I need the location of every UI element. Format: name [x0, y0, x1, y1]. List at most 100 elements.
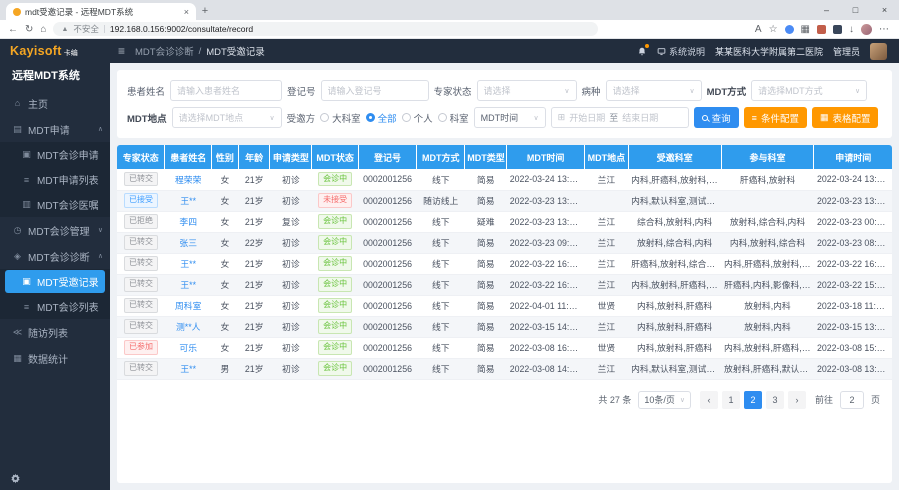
security-warning-text: 不安全	[73, 23, 99, 35]
sidebar-item-mdt-consult-orders[interactable]: ▥ MDT会诊医嘱	[0, 192, 110, 217]
date-end-placeholder: 结束日期	[622, 111, 658, 124]
mdt-time-select[interactable]: MDT时间 ∨	[474, 107, 546, 128]
page-button-2[interactable]: 2	[744, 391, 762, 409]
goto-page-input[interactable]	[840, 391, 864, 409]
patient-name-link[interactable]: 测**人	[176, 322, 200, 332]
column-header-apply_type: 申请类型	[270, 145, 312, 169]
mdt-status-badge: 会诊中	[318, 277, 352, 291]
cell-reg_no: 0002001256	[358, 274, 416, 295]
patient-name-link[interactable]: 周科室	[175, 301, 201, 311]
browser-tab[interactable]: mdt受邀记录 - 远程MDT系统 ×	[6, 3, 196, 20]
new-tab-button[interactable]: +	[196, 3, 214, 20]
breadcrumb-separator: /	[199, 46, 202, 57]
cell-reg_no: 0002001256	[358, 211, 416, 232]
browser-profile-avatar[interactable]	[861, 24, 872, 35]
cell-gender: 女	[211, 295, 238, 316]
address-bar[interactable]: ▲ 不安全 192.168.0.156:9002/consultate/reco…	[53, 22, 598, 36]
patient-name-input[interactable]	[170, 80, 282, 101]
mdt-status-badge: 会诊中	[318, 172, 352, 186]
window-close-button[interactable]: ×	[870, 0, 899, 20]
page-button-1[interactable]: 1	[722, 391, 740, 409]
sidebar-item-mdt-manage[interactable]: ◷ MDT会诊管理 ∨	[0, 217, 110, 243]
settings-gear-icon[interactable]	[10, 473, 21, 484]
extension-icon-2[interactable]: ▦	[801, 20, 810, 39]
next-page-button[interactable]: ›	[788, 391, 806, 409]
sidebar-item-mdt-consult-apply[interactable]: ▣ MDT会诊申请	[0, 142, 110, 167]
table-config-button[interactable]: ▦ 表格配置	[812, 107, 879, 128]
cell-expert_status: 已转交	[117, 358, 165, 379]
radio-icon	[320, 113, 329, 122]
sidebar-item-mdt-consult-list[interactable]: ≡ MDT会诊列表	[0, 294, 110, 319]
condition-config-icon: ≡	[752, 113, 757, 123]
toolbar-right-icons: A ☆ ▦ ↓ ⋯	[755, 20, 891, 39]
patient-name-link[interactable]: 王**	[180, 196, 196, 206]
sidebar-group-mdt-diagnosis[interactable]: ◈ MDT会诊诊断 ∧	[0, 243, 110, 269]
cell-apply_type: 初诊	[270, 358, 312, 379]
disease-label: 病种	[582, 84, 601, 98]
cell-apply_type: 初诊	[270, 253, 312, 274]
browser-home-icon[interactable]: ⌂	[40, 20, 46, 39]
collapse-menu-icon[interactable]: ≡	[118, 44, 125, 58]
browser-tab-strip: mdt受邀记录 - 远程MDT系统 × + – □ ×	[0, 0, 899, 20]
favorites-star-icon[interactable]: ☆	[769, 20, 778, 39]
window-maximize-button[interactable]: □	[841, 0, 870, 20]
patient-name-link[interactable]: 王**	[180, 280, 196, 290]
invited-party-option-all[interactable]: 全部	[366, 111, 397, 125]
pagination: 共 27 条 10条/页 ∨ ‹123› 前往 页	[117, 380, 892, 409]
notification-bell-icon[interactable]	[637, 46, 647, 57]
patient-name-label: 患者姓名	[127, 84, 165, 98]
back-icon[interactable]: ←	[8, 20, 18, 39]
tab-close-icon[interactable]: ×	[184, 7, 189, 17]
window-minimize-button[interactable]: –	[812, 0, 841, 20]
mdt-status-badge: 会诊中	[318, 298, 352, 312]
cell-join_depts: 放射科,内科	[721, 295, 814, 316]
cell-invited_depts: 内科,放射科,肝癌科	[628, 295, 721, 316]
downloads-icon[interactable]: ↓	[849, 20, 854, 39]
system-help-link[interactable]: 系统说明	[657, 45, 705, 58]
condition-config-button[interactable]: ≡ 条件配置	[744, 107, 807, 128]
cell-mdt_time: 2022-03-15 14:00:00	[507, 316, 585, 337]
browser-toolbar: ← ↻ ⌂ ▲ 不安全 192.168.0.156:9002/consultat…	[0, 20, 899, 39]
page-size-select[interactable]: 10条/页 ∨	[638, 391, 691, 409]
disease-select[interactable]: 请选择 ∨	[606, 80, 702, 101]
invited-party-option-personal[interactable]: 个人	[402, 111, 433, 125]
cell-mdt_type: 简易	[465, 169, 507, 190]
patient-name-link[interactable]: 王**	[180, 364, 196, 374]
search-button[interactable]: 查询	[694, 107, 739, 128]
sidebar-item-mdt-apply-list[interactable]: ≡ MDT申请列表	[0, 167, 110, 192]
chevron-down-icon: ∨	[689, 87, 694, 95]
logo-text: Kayisoft	[10, 44, 62, 58]
extension-icon-3[interactable]	[817, 25, 826, 34]
mdt-place-select[interactable]: 请选择MDT地点 ∨	[172, 107, 282, 128]
page-button-3[interactable]: 3	[766, 391, 784, 409]
extension-icon-4[interactable]	[833, 25, 842, 34]
cell-invited_depts: 内科,默认科室,测试科室	[628, 358, 721, 379]
user-avatar[interactable]	[870, 43, 887, 60]
patient-name-link[interactable]: 王**	[180, 259, 196, 269]
reg-no-input[interactable]	[321, 80, 429, 101]
patient-name-link[interactable]: 程荣荣	[175, 175, 201, 185]
browser-menu-icon[interactable]: ⋯	[879, 20, 889, 39]
patient-name-link[interactable]: 张三	[179, 238, 197, 248]
read-aloud-icon[interactable]: A	[755, 20, 762, 39]
cell-mdt_type: 简易	[465, 295, 507, 316]
sidebar-item-home[interactable]: ⌂ 主页	[0, 90, 110, 116]
column-header-mdt_time: MDT时间	[507, 145, 585, 169]
sidebar-item-stats[interactable]: ▦ 数据统计	[0, 345, 110, 371]
patient-name-link[interactable]: 可乐	[179, 343, 197, 353]
cell-mdt_type: 简易	[465, 358, 507, 379]
extension-icon-1[interactable]	[785, 25, 794, 34]
mdt-mode-select[interactable]: 请选择MDT方式 ∨	[751, 80, 867, 101]
cell-expert_status: 已转交	[117, 253, 165, 274]
sidebar-item-followup[interactable]: ≪ 随访列表	[0, 319, 110, 345]
mdt-status-badge: 会诊中	[318, 256, 352, 270]
prev-page-button[interactable]: ‹	[700, 391, 718, 409]
patient-name-link[interactable]: 李四	[179, 217, 197, 227]
sidebar-item-mdt-invited-records[interactable]: ▣ MDT受邀记录	[5, 270, 105, 293]
refresh-icon[interactable]: ↻	[25, 20, 33, 39]
expert-status-select[interactable]: 请选择 ∨	[477, 80, 577, 101]
invited-party-option-big-dept[interactable]: 大科室	[320, 111, 361, 125]
mdt-date-range-picker[interactable]: ⊞ 开始日期 至 结束日期	[551, 107, 689, 128]
invited-party-option-dept[interactable]: 科室	[438, 111, 469, 125]
sidebar-group-mdt-apply[interactable]: ▤ MDT申请 ∧	[0, 116, 110, 142]
